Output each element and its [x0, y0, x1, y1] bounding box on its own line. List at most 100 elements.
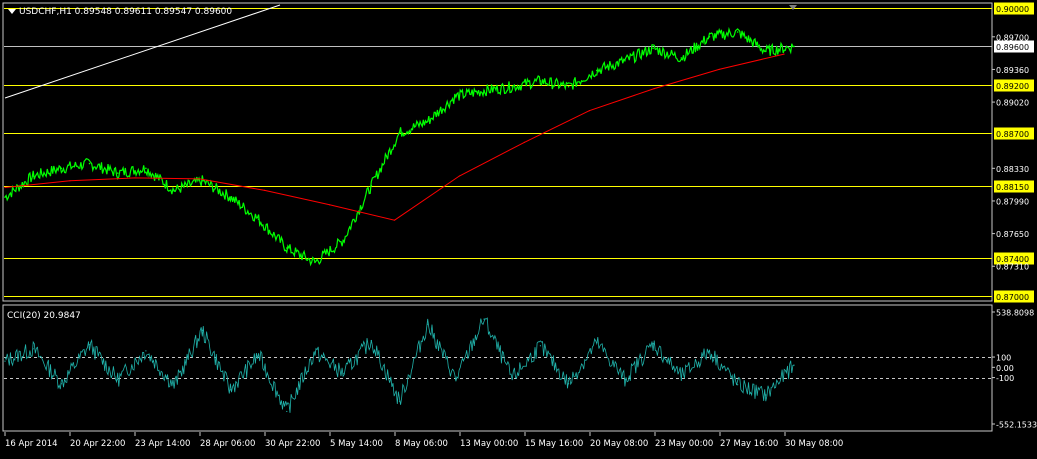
moving-average-point	[588, 110, 590, 112]
price-point	[145, 167, 147, 170]
level-label: 0.89200	[996, 82, 1029, 91]
price-point	[765, 50, 767, 52]
price-point	[201, 180, 204, 182]
y-tick-label: 0.87990	[996, 197, 1029, 206]
y-tick-label: 0.89360	[996, 66, 1029, 75]
moving-average-point	[328, 204, 331, 206]
cci-point	[511, 378, 513, 380]
x-tick-label: 30 May 08:00	[785, 439, 843, 449]
cci-point	[258, 354, 260, 356]
x-tick-label: 8 May 06:00	[395, 439, 448, 449]
cci-point	[173, 385, 175, 387]
cci-point	[88, 344, 91, 346]
cci-point	[60, 383, 62, 385]
level-label: 0.90000	[996, 5, 1029, 14]
cci-point	[483, 318, 485, 320]
price-point	[32, 175, 34, 177]
price-point	[652, 47, 654, 50]
cci-point	[201, 329, 203, 331]
x-tick-label: 15 May 16:00	[525, 439, 583, 449]
price-point	[595, 69, 598, 72]
x-tick-label: 20 Apr 22:00	[70, 439, 125, 449]
price-point	[314, 261, 316, 264]
price-point	[539, 80, 542, 82]
cci-point	[652, 343, 654, 345]
x-tick-label: 13 May 00:00	[460, 439, 518, 449]
moving-average-point	[4, 186, 6, 189]
cci-point	[539, 345, 541, 347]
moving-average-point	[134, 177, 136, 179]
x-tick-label: 23 May 00:00	[655, 439, 713, 449]
cci-point	[117, 379, 119, 381]
cci-point	[427, 323, 429, 325]
moving-average-point	[653, 88, 655, 90]
price-point	[426, 120, 429, 123]
chart-canvas[interactable]: 0.900000.892000.887000.881500.874000.870…	[0, 0, 1037, 455]
moving-average-point	[718, 68, 720, 71]
price-point	[624, 60, 626, 62]
chart-window[interactable]: 0.90000 0.89200 0.88700 0.88150 0.87400 0.870…	[0, 0, 1037, 455]
cci-tick-label: -552.1533	[996, 421, 1037, 430]
cci-point	[567, 383, 570, 385]
cci-point	[624, 379, 626, 381]
cci-point	[596, 342, 598, 344]
price-point	[708, 36, 711, 38]
level-label: 0.88700	[996, 130, 1029, 139]
cci-point	[286, 410, 288, 413]
price-point	[793, 45, 795, 48]
chart-title: USDCHF,H1 0.89548 0.89611 0.89547 0.8960…	[19, 7, 232, 17]
y-tick-label: 0.87650	[996, 230, 1029, 239]
level-label: 0.87000	[996, 293, 1029, 302]
cci-indicator-label: CCI(20) 20.9847	[7, 311, 81, 321]
price-point	[116, 172, 119, 174]
cci-tick-label: 100	[996, 354, 1011, 363]
price-point	[370, 184, 373, 187]
y-tick-label: 0.89020	[996, 99, 1029, 108]
cci-point	[145, 350, 147, 352]
y-tick-label: 0.89700	[996, 33, 1029, 42]
cci-tick-label: 538.8098	[996, 309, 1034, 318]
y-tick-label: 0.87310	[996, 263, 1029, 272]
x-tick-label: 20 May 08:00	[590, 439, 648, 449]
x-tick-label: 5 May 14:00	[330, 439, 383, 449]
price-point	[511, 85, 514, 88]
x-tick-label: 23 Apr 14:00	[135, 439, 190, 449]
price-point	[483, 89, 485, 92]
price-point	[285, 247, 288, 249]
price-point	[398, 132, 401, 134]
price-point	[567, 85, 570, 88]
current-price-label: 0.89600	[996, 43, 1029, 52]
moving-average-point	[458, 175, 461, 177]
cci-point	[342, 372, 344, 375]
cci-point	[370, 340, 372, 342]
price-point	[455, 95, 457, 98]
price-point	[4, 196, 6, 198]
moving-average-point	[199, 178, 201, 180]
price-point	[736, 31, 739, 33]
cci-point	[229, 389, 232, 391]
cci-point	[680, 375, 682, 378]
moving-average-point	[523, 141, 525, 143]
y-tick-label: 0.88330	[996, 165, 1029, 174]
cci-point	[455, 379, 457, 381]
chart-background	[0, 0, 1037, 455]
cci-point	[765, 394, 767, 396]
x-tick-label: 30 Apr 22:00	[265, 439, 320, 449]
price-point	[60, 167, 63, 170]
cci-tick-label: -100	[996, 374, 1014, 383]
cci-point	[737, 384, 739, 386]
moving-average-point	[264, 189, 266, 191]
cci-point	[314, 351, 316, 353]
cci-point	[398, 400, 401, 402]
price-point	[88, 162, 91, 165]
x-tick-label: 28 Apr 06:00	[200, 439, 255, 449]
x-tick-label: 16 Apr 2014	[5, 439, 58, 449]
moving-average-point	[393, 219, 396, 221]
cci-tick-label: 0.00	[996, 364, 1014, 373]
price-point	[257, 218, 260, 220]
cci-point	[32, 348, 34, 350]
price-point	[229, 196, 232, 198]
price-point	[173, 189, 175, 192]
level-label: 0.88150	[996, 183, 1029, 192]
x-tick-label: 27 May 16:00	[720, 439, 778, 449]
